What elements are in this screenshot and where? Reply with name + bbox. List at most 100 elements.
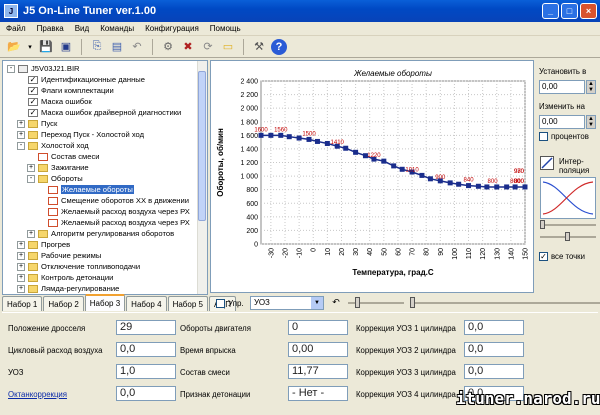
expand-icon[interactable]: +	[17, 119, 25, 128]
expand-icon[interactable]: +	[17, 130, 25, 139]
percent-checkbox[interactable]	[539, 132, 548, 141]
collapse-icon[interactable]: -	[7, 64, 15, 73]
tree-item[interactable]: + Зажигание	[27, 162, 89, 173]
copy-icon[interactable]: ⎘	[89, 39, 105, 55]
expand-icon[interactable]: +	[27, 229, 35, 238]
tab-set-3[interactable]: Набор 3	[84, 294, 126, 311]
open-folder-icon[interactable]: 📂	[6, 39, 22, 55]
rpm-chart[interactable]: 02004006008001 0001 2001 4001 6001 8002 …	[211, 61, 533, 292]
change-value-field[interactable]: 0,00	[539, 115, 585, 129]
tree-item-label: Желаемый расход воздуха через РХ	[61, 207, 190, 216]
tree-item[interactable]: Состав смеси	[27, 151, 100, 162]
tree-item[interactable]: + Переход Пуск - Холостой ход	[17, 129, 144, 140]
tab-set-2[interactable]: Набор 2	[43, 296, 84, 311]
save-icon[interactable]: 💾	[38, 39, 54, 55]
tree-item[interactable]: + Лямда-регулирование	[17, 283, 119, 294]
checkbox-icon[interactable]: ✓	[28, 108, 38, 117]
expand-icon[interactable]: +	[17, 284, 25, 293]
scrollbar-thumb[interactable]	[198, 71, 206, 221]
undo-icon[interactable]: ↶	[129, 39, 145, 55]
interpolation-label: Интер-поляция	[559, 157, 590, 175]
menu-help[interactable]: Помощь	[210, 24, 241, 33]
collapse-icon[interactable]: -	[27, 174, 35, 183]
dropdown-arrow-icon[interactable]: ▾	[26, 39, 34, 55]
tree-item[interactable]: - Обороты	[27, 173, 83, 184]
interp-slider-thumb[interactable]	[540, 220, 545, 229]
tree-item[interactable]: + Рабочие режимы	[17, 250, 101, 261]
tree-item-label: Идентификационные данные	[41, 75, 145, 84]
refresh-icon[interactable]: ⟳	[200, 39, 216, 55]
menu-config[interactable]: Конфигурация	[145, 24, 199, 33]
tab-set-1[interactable]: Набор 1	[2, 296, 43, 311]
settings-icon[interactable]: ⚒	[251, 39, 267, 55]
expand-icon[interactable]: +	[17, 251, 25, 260]
revert-icon[interactable]: ↶	[330, 297, 342, 309]
expand-icon[interactable]: +	[27, 163, 35, 172]
minimize-button[interactable]: _	[542, 3, 559, 19]
folder-icon[interactable]: ▭	[220, 39, 236, 55]
tree-root[interactable]: - J5V03J21.BIR	[7, 63, 80, 74]
tree-item[interactable]: + Алгоритм регулирования оборотов	[27, 228, 174, 239]
collapse-icon[interactable]: -	[17, 141, 25, 150]
tree-item[interactable]: - Холостой ход	[17, 140, 89, 151]
data-label: 1560	[274, 127, 288, 133]
menu-file[interactable]: Файл	[6, 24, 26, 33]
octane-link[interactable]: Октанкоррекция	[8, 390, 67, 399]
save-as-icon[interactable]: ▣	[58, 39, 74, 55]
tree-item[interactable]: Желаемые обороты	[37, 184, 134, 195]
tab-set-4[interactable]: Набор 4	[126, 296, 167, 311]
tree-item[interactable]: Смещение оборотов ХХ в движении	[37, 195, 189, 206]
checkbox-icon[interactable]: ✓	[28, 86, 38, 95]
expand-icon[interactable]: +	[17, 240, 25, 249]
expand-icon[interactable]: +	[17, 262, 25, 271]
tree-item[interactable]: ✓ Идентификационные данные	[17, 74, 145, 85]
checkbox-icon[interactable]: ✓	[28, 97, 38, 106]
slider-thumb-2[interactable]	[410, 297, 415, 308]
close-button[interactable]: ×	[580, 3, 597, 19]
menu-edit[interactable]: Правка	[37, 24, 64, 33]
tree-item[interactable]: + Прогрев	[17, 239, 70, 250]
maximize-button[interactable]: □	[561, 3, 578, 19]
slider-track-2[interactable]	[410, 302, 600, 304]
disconnect-icon[interactable]: ✖	[180, 39, 196, 55]
interp-slider-thumb-2[interactable]	[565, 232, 570, 241]
all-points-row[interactable]: ✓ все точки	[539, 252, 585, 261]
cyl3-label: Коррекция УОЗ 3 цилиндра	[356, 368, 456, 377]
folder-icon	[28, 240, 38, 249]
tree-item[interactable]: Желаемый расход воздуха через РХ	[37, 217, 190, 228]
connect-icon[interactable]: ⚙	[160, 39, 176, 55]
set-apply-button[interactable]: ▲ ▼	[586, 80, 596, 94]
tree-item[interactable]: ✓ Маска ошибок драйверной диагностики	[17, 107, 181, 118]
tree-item[interactable]: + Контроль детонации	[17, 272, 113, 283]
tree-item-label: Зажигание	[51, 163, 89, 172]
tree-scrollbar[interactable]	[197, 61, 207, 294]
tree-item[interactable]: ✓ Флаги комплектации	[17, 85, 114, 96]
folder-icon	[28, 119, 38, 128]
manage-checkbox[interactable]	[216, 298, 225, 308]
menu-commands[interactable]: Команды	[100, 24, 134, 33]
interpolation-icon[interactable]	[540, 156, 554, 170]
interp-slider-track[interactable]	[540, 224, 596, 226]
parameter-combo[interactable]: УОЗ ▼	[250, 296, 324, 310]
tree-item[interactable]: + Пуск	[17, 118, 57, 129]
tree-item[interactable]: + Отключение топливоподачи	[17, 261, 140, 272]
combo-arrow-icon[interactable]: ▼	[311, 297, 323, 309]
slider-thumb-1[interactable]	[355, 297, 360, 308]
tree-item-label: Маска ошибок драйверной диагностики	[41, 108, 182, 117]
tree-item[interactable]: ✓ Маска ошибок	[17, 96, 92, 107]
parameter-tree[interactable]: - J5V03J21.BIR ✓ Идентификационные данные…	[2, 60, 208, 295]
all-points-checkbox[interactable]: ✓	[539, 252, 548, 261]
tree-item[interactable]: Желаемый расход воздуха через РХ	[37, 206, 190, 217]
expand-icon[interactable]: +	[17, 273, 25, 282]
paste-icon[interactable]: ▤	[109, 39, 125, 55]
change-apply-button[interactable]: ▲ ▼	[586, 115, 596, 129]
percent-checkbox-row[interactable]: процентов	[539, 132, 589, 141]
knock-value: - Нет -	[288, 386, 348, 401]
tab-set-5[interactable]: Набор 5	[167, 296, 208, 311]
manage-row[interactable]: Упр.	[216, 295, 244, 311]
menu-view[interactable]: Вид	[75, 24, 89, 33]
data-label: 900	[435, 175, 446, 181]
help-icon[interactable]: ?	[271, 38, 287, 55]
set-value-field[interactable]: 0,00	[539, 80, 585, 94]
checkbox-icon[interactable]: ✓	[28, 75, 38, 84]
